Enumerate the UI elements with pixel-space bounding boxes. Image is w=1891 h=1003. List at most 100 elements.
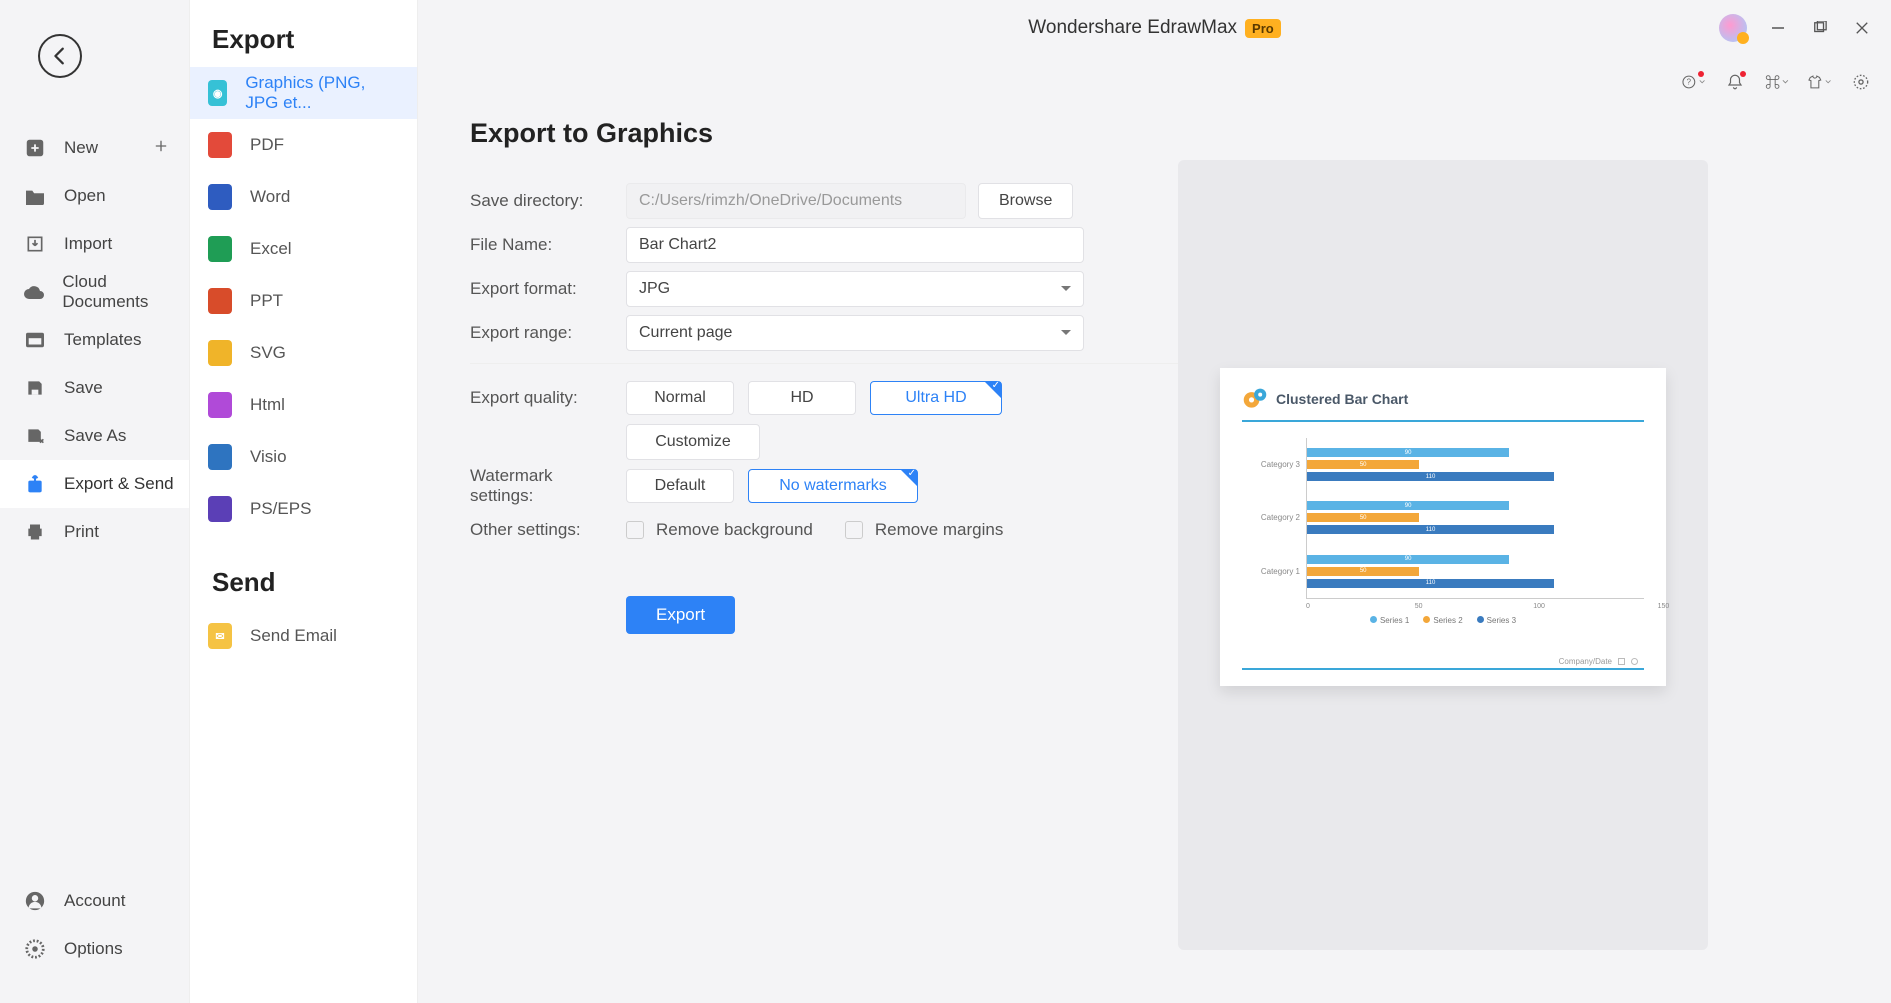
bell-icon[interactable]: [1723, 70, 1747, 94]
export-heading: Export: [190, 0, 417, 67]
plus-square-icon: [22, 137, 48, 159]
label-export-quality: Export quality:: [470, 388, 614, 408]
gear-logo-icon: [1242, 386, 1268, 412]
label-save-directory: Save directory:: [470, 191, 614, 211]
nav-label: Import: [64, 234, 112, 254]
export-type-sidebar: Export ◉Graphics (PNG, JPG et... PDF Wor…: [190, 0, 418, 1003]
main-area: Wondershare EdrawMax Pro ? Export to Gra…: [418, 0, 1891, 1003]
minimize-button[interactable]: [1767, 17, 1789, 39]
nav-label: Export & Send: [64, 474, 174, 494]
export-type-word[interactable]: Word: [190, 171, 417, 223]
nav-export-send[interactable]: Export & Send: [0, 460, 189, 508]
keyboard-shortcut-icon[interactable]: [1765, 70, 1789, 94]
quality-ultra-hd[interactable]: Ultra HD: [870, 381, 1002, 415]
maximize-button[interactable]: [1809, 17, 1831, 39]
nav-label: Cloud Documents: [62, 272, 189, 312]
folder-icon: [22, 185, 48, 207]
save-icon: [22, 377, 48, 399]
customize-button[interactable]: Customize: [626, 424, 760, 460]
remove-background-checkbox[interactable]: Remove background: [626, 520, 813, 540]
import-icon: [22, 233, 48, 255]
app-title: Wondershare EdrawMax: [1028, 17, 1237, 39]
export-type-excel[interactable]: Excel: [190, 223, 417, 275]
svg-text:?: ?: [1687, 78, 1692, 87]
export-type-visio[interactable]: Visio: [190, 431, 417, 483]
chart-preview: Category 3Category 2Category 1 905011090…: [1242, 438, 1644, 598]
html-file-icon: [208, 392, 232, 418]
person-icon: [22, 890, 48, 912]
nav-label: Templates: [64, 330, 141, 350]
nav-label: Account: [64, 891, 125, 911]
label-export-format: Export format:: [470, 279, 614, 299]
export-format-select[interactable]: JPG: [626, 271, 1084, 307]
remove-margins-checkbox[interactable]: Remove margins: [845, 520, 1004, 540]
quality-hd[interactable]: HD: [748, 381, 856, 415]
watermark-none[interactable]: No watermarks: [748, 469, 918, 503]
print-icon: [22, 521, 48, 543]
export-type-ppt[interactable]: PPT: [190, 275, 417, 327]
send-heading: Send: [190, 535, 417, 610]
item-label: Visio: [250, 447, 287, 467]
square-marker-icon: [1618, 658, 1625, 665]
nav-label: Open: [64, 186, 106, 206]
back-button[interactable]: [38, 34, 82, 78]
export-type-svg[interactable]: SVG: [190, 327, 417, 379]
nav-save[interactable]: Save: [0, 364, 189, 412]
send-email[interactable]: ✉Send Email: [190, 610, 417, 662]
nav-cloud-documents[interactable]: Cloud Documents: [0, 268, 189, 316]
browse-button[interactable]: Browse: [978, 183, 1073, 219]
label-watermark: Watermark settings:: [470, 466, 614, 506]
export-type-graphics[interactable]: ◉Graphics (PNG, JPG et...: [190, 67, 417, 119]
divider: [470, 363, 1230, 364]
add-icon[interactable]: [153, 138, 169, 159]
ppt-file-icon: [208, 288, 232, 314]
nav-save-as[interactable]: Save As: [0, 412, 189, 460]
export-type-ps[interactable]: PS/EPS: [190, 483, 417, 535]
label-file-name: File Name:: [470, 235, 614, 255]
arrow-left-icon: [49, 45, 71, 67]
export-range-select[interactable]: Current page: [626, 315, 1084, 351]
quality-normal[interactable]: Normal: [626, 381, 734, 415]
tshirt-icon[interactable]: [1807, 70, 1831, 94]
top-toolbar: ?: [1681, 70, 1873, 94]
export-button[interactable]: Export: [626, 596, 735, 634]
form-heading: Export to Graphics: [470, 118, 1230, 149]
export-form: Export to Graphics Save directory: Brows…: [470, 118, 1230, 634]
close-button[interactable]: [1851, 17, 1873, 39]
export-icon: [22, 473, 48, 495]
nav-templates[interactable]: Templates: [0, 316, 189, 364]
nav-label: Options: [64, 939, 123, 959]
item-label: Send Email: [250, 626, 337, 646]
word-file-icon: [208, 184, 232, 210]
file-name-input[interactable]: [626, 227, 1084, 263]
item-label: Html: [250, 395, 285, 415]
visio-file-icon: [208, 444, 232, 470]
pro-badge: Pro: [1245, 19, 1281, 38]
nav-new[interactable]: New: [0, 124, 189, 172]
save-as-icon: [22, 425, 48, 447]
nav-open[interactable]: Open: [0, 172, 189, 220]
watermark-default[interactable]: Default: [626, 469, 734, 503]
user-avatar-icon[interactable]: [1719, 14, 1747, 42]
label-export-range: Export range:: [470, 323, 614, 343]
preview-chart-title: Clustered Bar Chart: [1242, 386, 1644, 412]
label-other-settings: Other settings:: [470, 520, 614, 540]
nav-import[interactable]: Import: [0, 220, 189, 268]
export-type-html[interactable]: Html: [190, 379, 417, 431]
preview-panel: Clustered Bar Chart Category 3Category 2…: [1178, 160, 1708, 950]
item-label: Word: [250, 187, 290, 207]
item-label: PS/EPS: [250, 499, 311, 519]
nav-account[interactable]: Account: [0, 877, 189, 925]
nav-print[interactable]: Print: [0, 508, 189, 556]
titlebar: Wondershare EdrawMax Pro: [418, 0, 1891, 56]
nav-label: Save: [64, 378, 103, 398]
nav-options[interactable]: Options: [0, 925, 189, 973]
save-directory-input[interactable]: [626, 183, 966, 219]
item-label: SVG: [250, 343, 286, 363]
item-label: Excel: [250, 239, 292, 259]
settings-gear-icon[interactable]: [1849, 70, 1873, 94]
item-label: PPT: [250, 291, 283, 311]
image-file-icon: ◉: [208, 80, 227, 106]
export-type-pdf[interactable]: PDF: [190, 119, 417, 171]
help-icon[interactable]: ?: [1681, 70, 1705, 94]
